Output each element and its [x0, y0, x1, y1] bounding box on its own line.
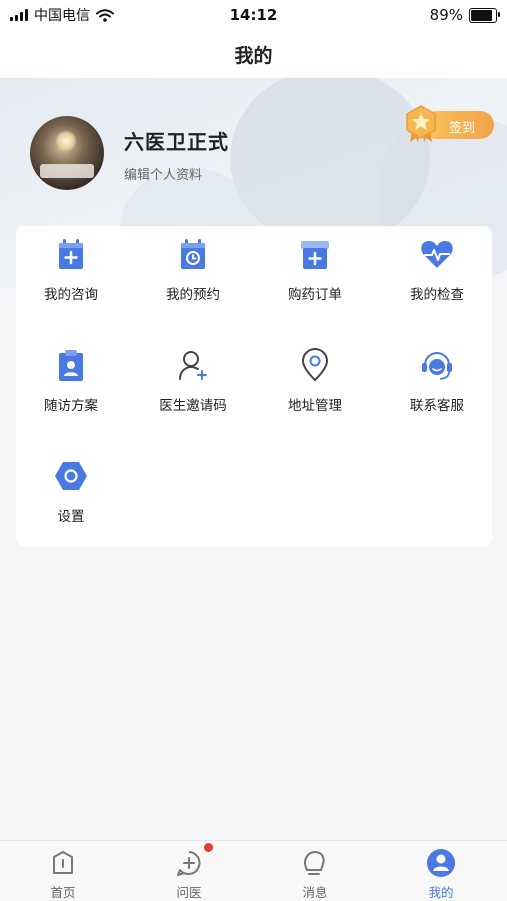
menu-label: 我的检查: [410, 287, 464, 303]
menu-item-appointment[interactable]: 我的预约: [138, 226, 248, 316]
user-name[interactable]: 六医卫正式: [124, 126, 229, 155]
signin-button[interactable]: 签到: [404, 105, 494, 142]
status-time: 14:12: [229, 6, 278, 24]
profile-icon: [427, 849, 455, 877]
tab-ask-doctor[interactable]: 问医: [126, 841, 252, 901]
signal-icon: [10, 9, 28, 21]
wifi-icon: [96, 8, 114, 22]
ask-doctor-icon: [177, 851, 201, 876]
menu-item-health-check[interactable]: 我的检查: [382, 226, 492, 316]
tab-bar: 首页 问医 消息 我的: [0, 840, 507, 901]
menu-label: 设置: [57, 509, 85, 525]
menu-item-medicine-order[interactable]: 购药订单: [260, 226, 370, 316]
avatar[interactable]: [30, 116, 104, 190]
menu-item-customer-service[interactable]: 联系客服: [382, 337, 492, 427]
notification-badge: [204, 843, 213, 852]
menu-item-follow-up[interactable]: 随访方案: [16, 337, 126, 427]
menu-label: 联系客服: [410, 398, 464, 414]
doctor-invite-icon: [179, 351, 207, 380]
menu-label: 我的咨询: [44, 287, 98, 303]
menu-label: 医生邀请码: [159, 398, 227, 414]
edit-profile-link[interactable]: 编辑个人资料: [124, 164, 202, 183]
tab-profile[interactable]: 我的: [378, 841, 504, 901]
menu-item-doctor-invite[interactable]: 医生邀请码: [138, 337, 248, 427]
page-title: 我的: [0, 30, 507, 78]
carrier-label: 中国电信: [34, 8, 90, 24]
battery-percent: 89%: [429, 6, 463, 24]
appointment-icon: [181, 239, 205, 269]
home-icon: [53, 851, 73, 874]
menu-grid: 我的咨询 我的预约 购药订单 我的检查 随访方案 医生邀请码 地址管理 联系客服…: [16, 226, 492, 546]
star-badge-icon: [406, 105, 436, 142]
settings-icon: [55, 462, 87, 490]
location-icon: [301, 348, 329, 382]
menu-label: 地址管理: [288, 398, 342, 414]
menu-item-settings[interactable]: 设置: [16, 448, 126, 538]
tab-message[interactable]: 消息: [252, 841, 378, 901]
tab-home[interactable]: 首页: [0, 841, 126, 901]
health-check-icon: [421, 241, 453, 268]
battery-icon: [469, 7, 500, 23]
menu-item-consult[interactable]: 我的咨询: [16, 226, 126, 316]
menu-label: 购药订单: [288, 287, 342, 303]
menu-label: 我的预约: [166, 287, 220, 303]
tab-label: 问医: [176, 885, 202, 900]
signin-label: 签到: [449, 121, 476, 136]
tab-label: 首页: [50, 885, 76, 900]
follow-up-icon: [59, 350, 83, 381]
status-bar: 中国电信 14:12 89%: [0, 0, 507, 30]
message-icon: [303, 851, 325, 875]
medicine-order-icon: [301, 241, 329, 269]
menu-label: 随访方案: [44, 398, 98, 414]
customer-service-icon: [422, 352, 452, 380]
menu-item-address[interactable]: 地址管理: [260, 337, 370, 427]
tab-label: 消息: [302, 885, 328, 900]
tab-label: 我的: [428, 885, 454, 900]
consult-icon: [59, 239, 83, 269]
